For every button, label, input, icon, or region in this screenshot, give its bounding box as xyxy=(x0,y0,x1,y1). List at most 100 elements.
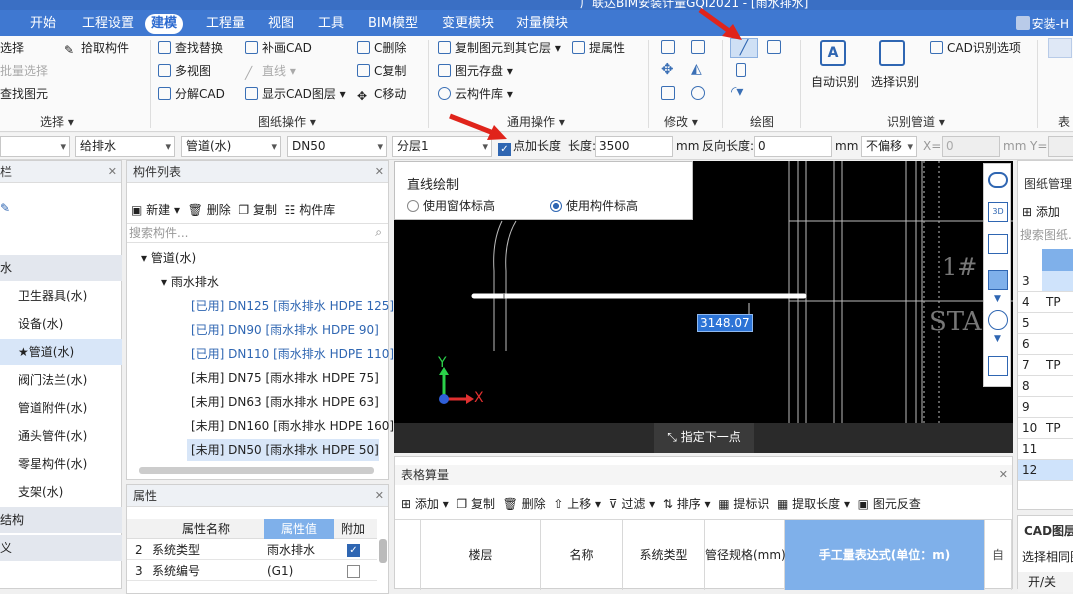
chevron-down-icon[interactable]: ▼ xyxy=(994,334,1001,344)
library-button[interactable]: ☷ 构件库 xyxy=(285,203,336,217)
col-floor[interactable]: 楼层 xyxy=(421,520,541,590)
select-identify-icon[interactable] xyxy=(879,40,905,66)
auto-identify-icon[interactable]: A xyxy=(820,40,846,66)
component-item[interactable]: [已用] DN125 [雨水排水 HDPE 125] xyxy=(191,295,394,317)
delete-element-icon[interactable] xyxy=(661,86,675,100)
nav-category-structure[interactable]: 结构 xyxy=(0,507,122,533)
list-view-icon[interactable] xyxy=(988,356,1008,376)
close-icon[interactable]: ✕ xyxy=(999,465,1008,485)
auto-identify-button[interactable]: 自动识别 xyxy=(811,74,859,90)
batch-select-button[interactable]: 批量选择 xyxy=(0,63,48,79)
layer-toggle-header[interactable]: 开/关 xyxy=(1018,572,1073,592)
drawing-row[interactable]: 9 xyxy=(1018,397,1073,418)
property-row[interactable]: 2 系统类型 雨水排水 ✓ xyxy=(127,540,377,560)
property-row[interactable]: 3 系统编号 (G1) xyxy=(127,561,377,581)
search-icon[interactable]: ⌕ xyxy=(375,225,382,240)
copy-to-layer-button[interactable]: 复制图元到其它层 ▾ xyxy=(438,40,561,56)
flip-icon[interactable]: ◭ xyxy=(691,62,705,77)
reverse-lookup-button[interactable]: ▣ 图元反查 xyxy=(858,497,921,511)
tree-node-pipe[interactable]: ▾ 管道(水) xyxy=(141,247,196,269)
drawing-row[interactable]: 5 xyxy=(1018,313,1073,334)
patch-cad-button[interactable]: 补画CAD xyxy=(245,40,312,56)
component-search-input[interactable]: 搜索构件... xyxy=(127,223,388,243)
draw-line-icon[interactable]: ╱ xyxy=(730,38,758,58)
x-input[interactable]: 0 xyxy=(942,136,1000,157)
col-pipe-size[interactable]: 管径规格(mm) xyxy=(705,520,786,590)
drawing-search-input[interactable]: 搜索图纸... xyxy=(1018,225,1073,245)
close-icon[interactable]: ✕ xyxy=(375,485,384,507)
table-icon[interactable] xyxy=(1048,38,1072,58)
nav-item-fitting[interactable]: 通头管件(水) xyxy=(0,423,122,449)
offset-dropdown[interactable]: 不偏移 xyxy=(861,136,917,157)
nav-item-support[interactable]: 支架(水) xyxy=(0,479,122,505)
extract-length-button[interactable]: ▦ 提取长度 ▾ xyxy=(777,497,850,511)
add-row-button[interactable]: ⊞ 添加 ▾ xyxy=(401,497,449,511)
move-up-button[interactable]: ⇧ 上移 ▾ xyxy=(553,497,601,511)
menu-project-settings[interactable]: 工程设置 xyxy=(76,14,140,34)
cad-identify-options-button[interactable]: CAD识别选项 xyxy=(930,40,1021,56)
checkbox-checked-icon[interactable]: ✓ xyxy=(347,544,360,557)
extract-id-button[interactable]: ▦ 提标识 xyxy=(718,497,769,511)
pick-component-button[interactable]: ✎ 拾取构件 xyxy=(64,40,129,57)
explode-cad-button[interactable]: 分解CAD xyxy=(158,86,225,102)
drawing-row[interactable]: 6 xyxy=(1018,334,1073,355)
close-icon[interactable]: ✕ xyxy=(375,161,384,183)
menu-start[interactable]: 开始 xyxy=(24,14,62,34)
drawing-row[interactable]: 7 TP xyxy=(1018,355,1073,376)
horizontal-scrollbar[interactable] xyxy=(139,467,374,474)
new-button[interactable]: ▣ 新建 ▾ xyxy=(131,203,180,217)
select-button[interactable]: 选择 xyxy=(0,40,24,56)
cube-view-icon[interactable] xyxy=(988,234,1008,254)
3d-view-icon[interactable]: 3D xyxy=(988,202,1008,222)
rotate-icon[interactable] xyxy=(691,86,705,100)
multi-view-button[interactable]: 多视图 xyxy=(158,63,211,79)
menu-tools[interactable]: 工具 xyxy=(312,14,350,34)
delete-row-button[interactable]: 🗑 删除 xyxy=(503,497,546,511)
length-measure-input[interactable]: 3148.07 xyxy=(697,314,753,332)
col-name[interactable]: 名称 xyxy=(541,520,623,590)
top-view-icon[interactable] xyxy=(988,270,1008,290)
extract-property-button[interactable]: 提属性 xyxy=(572,40,625,56)
component-item[interactable]: [未用] DN160 [雨水排水 HDPE 160] xyxy=(191,415,394,437)
find-replace-button[interactable]: 查找替换 xyxy=(158,40,223,56)
save-element-button[interactable]: 图元存盘 ▾ xyxy=(438,63,513,79)
sort-button[interactable]: ⇅ 排序 ▾ xyxy=(663,497,711,511)
draw-pipe-icon[interactable] xyxy=(767,40,781,54)
copy-row-button[interactable]: ❐ 复制 xyxy=(456,497,495,511)
draw-arc-icon[interactable]: ◜▾ xyxy=(731,84,743,100)
nav-item-equipment[interactable]: 设备(水) xyxy=(0,311,122,337)
user-account[interactable]: 安装-H xyxy=(1015,14,1069,34)
vertical-scrollbar[interactable] xyxy=(379,539,387,563)
drawing-row[interactable]: 11 xyxy=(1018,439,1073,460)
c-delete-button[interactable]: C删除 xyxy=(357,40,406,56)
find-element-button[interactable]: 查找图元 xyxy=(0,86,48,102)
cloud-library-button[interactable]: 云构件库 ▾ xyxy=(438,86,513,102)
edit-icon[interactable]: ✎ xyxy=(0,201,14,215)
drawing-row[interactable]: 4 TP xyxy=(1018,292,1073,313)
nav-category-water[interactable]: 水 xyxy=(0,255,122,281)
component-dropdown[interactable]: DN50 xyxy=(287,136,387,157)
length-input[interactable]: 3500 xyxy=(595,136,673,157)
nav-item-sanitary[interactable]: 卫生器具(水) xyxy=(0,283,122,309)
nav-item-valve[interactable]: 阀门法兰(水) xyxy=(0,367,122,393)
radio-window-elevation[interactable]: 使用窗体标高 xyxy=(407,197,495,214)
drawing-row[interactable]: 8 xyxy=(1018,376,1073,397)
nav-item-pipe[interactable]: ★管道(水) xyxy=(0,339,122,365)
discipline-dropdown[interactable] xyxy=(0,136,70,157)
close-icon[interactable]: ✕ xyxy=(108,161,117,183)
menu-change-module[interactable]: 变更模块 xyxy=(436,14,500,34)
layer-dropdown[interactable]: 分层1 xyxy=(392,136,492,157)
copy-element-icon[interactable] xyxy=(661,40,675,54)
component-item-selected[interactable]: [未用] DN50 [雨水排水 HDPE 50] xyxy=(187,439,379,461)
checkbox-unchecked-icon[interactable] xyxy=(347,565,360,578)
add-drawing-button[interactable]: ⊞ 添加 xyxy=(1022,203,1060,220)
col-more[interactable]: 自 xyxy=(985,520,1012,590)
col-manual-expression[interactable]: 手工量表达式(单位：m) xyxy=(785,520,985,590)
rotate-view-icon[interactable] xyxy=(988,310,1008,330)
mirror-icon[interactable] xyxy=(691,40,705,54)
property-value-header[interactable]: 属性值 xyxy=(264,519,334,539)
tree-node-rain[interactable]: ▾ 雨水排水 xyxy=(161,271,219,293)
c-copy-button[interactable]: C复制 xyxy=(357,63,406,79)
orbit-icon[interactable] xyxy=(988,172,1008,188)
select-identify-button[interactable]: 选择识别 xyxy=(871,74,919,90)
